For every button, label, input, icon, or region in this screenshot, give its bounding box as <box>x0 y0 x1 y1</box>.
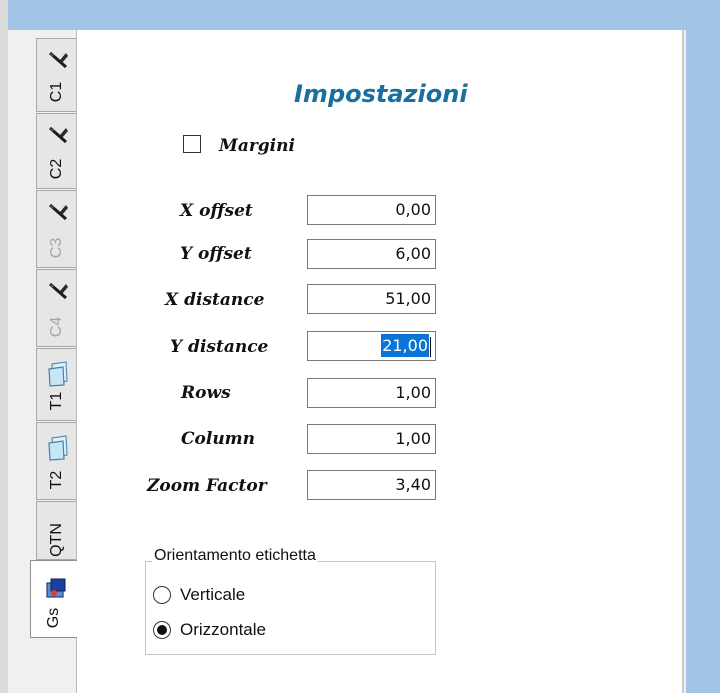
tab-qtn[interactable]: QTN <box>36 501 76 560</box>
y-distance-input[interactable]: 21,00 <box>307 331 436 361</box>
tab-gs-label: Gs <box>45 607 62 629</box>
rows-value: 1,00 <box>395 383 431 402</box>
tab-t1[interactable]: T1 <box>36 348 76 421</box>
x-offset-label: X offset <box>180 201 253 221</box>
y-distance-label: Y distance <box>170 337 269 357</box>
margins-label: Margini <box>219 136 295 156</box>
orientation-group-title: Orientamento etichetta <box>152 547 318 565</box>
column-value: 1,00 <box>395 429 431 448</box>
y-offset-value: 6,00 <box>395 244 431 263</box>
document-icon <box>48 361 68 387</box>
rows-input[interactable]: 1,00 <box>307 378 436 408</box>
tab-c2-label: C2 <box>47 158 65 180</box>
tab-t1-label: T1 <box>47 391 65 411</box>
vertical-label: Verticale <box>180 585 246 604</box>
margins-checkbox[interactable] <box>183 135 201 153</box>
pen-icon <box>49 203 68 221</box>
x-distance-label: X distance <box>165 290 265 310</box>
pen-icon <box>49 126 68 144</box>
x-offset-value: 0,00 <box>395 200 431 219</box>
tab-c3-label: C3 <box>47 237 65 259</box>
tab-qtn-label: QTN <box>47 523 65 557</box>
tab-c1[interactable]: C1 <box>36 38 76 112</box>
tab-c4-label: C4 <box>47 316 65 338</box>
left-edge <box>0 0 8 693</box>
y-offset-label: Y offset <box>180 244 252 264</box>
horizontal-label: Orizzontale <box>180 620 266 639</box>
tab-t2[interactable]: T2 <box>36 422 76 500</box>
y-distance-value: 21,00 <box>381 334 429 357</box>
column-label: Column <box>181 429 256 449</box>
pen-icon <box>49 282 68 300</box>
horizontal-radio[interactable] <box>153 621 171 639</box>
y-offset-input[interactable]: 6,00 <box>307 239 436 269</box>
pen-icon <box>49 51 68 69</box>
page-title: Impostazioni <box>294 80 468 108</box>
tab-gs[interactable]: Gs <box>30 560 77 638</box>
tab-c3[interactable]: C3 <box>36 190 76 268</box>
zoom-factor-input[interactable]: 3,40 <box>307 470 436 500</box>
x-distance-input[interactable]: 51,00 <box>307 284 436 314</box>
rows-label: Rows <box>181 383 231 403</box>
x-distance-value: 51,00 <box>385 289 431 308</box>
window-backdrop-right <box>686 30 720 693</box>
settings-icon <box>46 578 66 598</box>
tab-t2-label: T2 <box>47 470 65 490</box>
tab-c1-label: C1 <box>47 81 65 103</box>
x-offset-input[interactable]: 0,00 <box>307 195 436 225</box>
tab-c2[interactable]: C2 <box>36 113 76 189</box>
text-cursor <box>430 336 431 357</box>
window-backdrop <box>8 0 720 30</box>
column-input[interactable]: 1,00 <box>307 424 436 454</box>
tab-c4[interactable]: C4 <box>36 269 76 347</box>
zoom-factor-value: 3,40 <box>395 475 431 494</box>
zoom-factor-label: Zoom Factor <box>147 476 267 496</box>
document-icon <box>48 435 68 461</box>
vertical-radio[interactable] <box>153 586 171 604</box>
orientation-group <box>145 561 436 655</box>
